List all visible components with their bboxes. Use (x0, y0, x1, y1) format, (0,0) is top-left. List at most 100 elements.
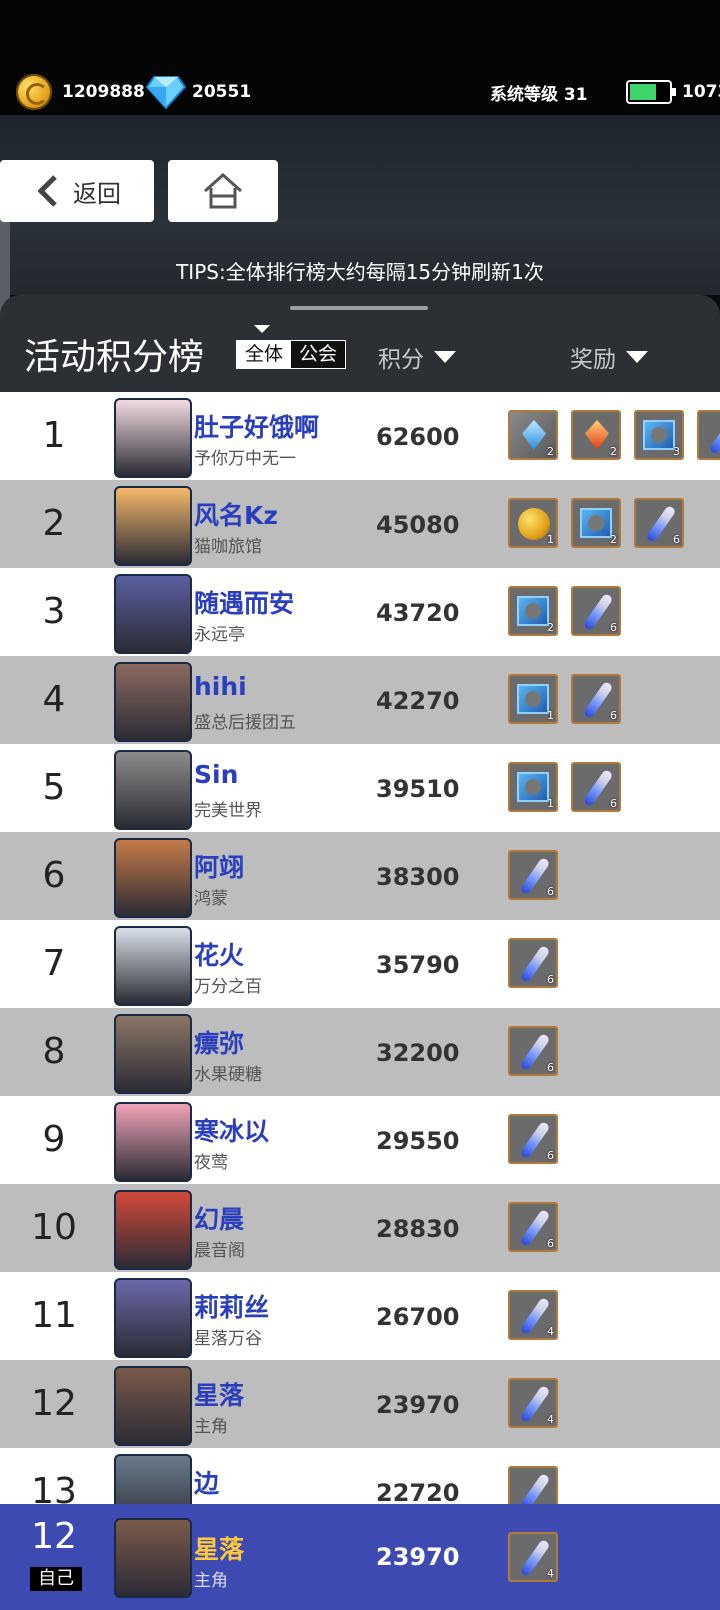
back-button[interactable]: 返回 (0, 160, 154, 222)
reward-count: 6 (610, 621, 617, 634)
ranking-row[interactable]: 4 hihi 盛总后援团五 42270 1 6 (0, 656, 720, 744)
ranking-row[interactable]: 3 随遇而安 永远亭 43720 2 6 (0, 568, 720, 656)
score-value: 35790 (376, 951, 460, 979)
potion-reward-icon[interactable]: 6 (508, 1026, 558, 1076)
ranking-row[interactable]: 13 边 22720 (0, 1448, 720, 1504)
avatar[interactable] (114, 398, 192, 478)
ranking-row[interactable]: 11 莉莉丝 星落万谷 26700 4 (0, 1272, 720, 1360)
avatar[interactable] (114, 1366, 192, 1446)
potion-reward-icon[interactable] (697, 410, 720, 460)
toggle-all[interactable]: 全体 (237, 341, 292, 368)
ranking-row[interactable]: 8 瘭弥 水果硬糖 32200 6 (0, 1008, 720, 1096)
player-name: 星落 (194, 1381, 245, 1410)
score-value: 32200 (376, 1039, 460, 1067)
avatar[interactable] (114, 1014, 192, 1094)
guild-name: 完美世界 (194, 801, 262, 821)
rank-number: 10 (31, 1207, 77, 1248)
guild-name: 晨音阁 (194, 1241, 245, 1261)
card-reward-icon[interactable]: 2 (508, 586, 558, 636)
crystal-reward-icon[interactable]: 2 (508, 410, 558, 460)
ruby-reward-icon[interactable]: 2 (571, 410, 621, 460)
ranking-row[interactable]: 1 肚子好饿啊 予你万中无一 62600 2 2 3 (0, 392, 720, 480)
sort-reward-button[interactable]: 奖励 (570, 340, 648, 374)
potion-reward-icon[interactable]: 6 (571, 674, 621, 724)
reward-count: 2 (547, 445, 554, 458)
sort-score-button[interactable]: 积分 (378, 340, 456, 374)
battery-icon (626, 80, 676, 104)
home-icon (204, 172, 242, 209)
score-value: 23970 (376, 1391, 460, 1419)
reward-count: 6 (673, 533, 680, 546)
coin-reward-icon[interactable]: 1 (508, 498, 558, 548)
reward-header-label: 奖励 (570, 347, 616, 373)
player-name: Sin (194, 760, 239, 789)
guild-name: 鸿蒙 (194, 889, 228, 909)
avatar[interactable] (114, 1278, 192, 1358)
ranking-row[interactable]: 6 阿翊 鸿蒙 38300 6 (0, 832, 720, 920)
potion-reward-icon[interactable]: 6 (508, 850, 558, 900)
potion-reward-icon[interactable]: 6 (571, 586, 621, 636)
avatar[interactable] (114, 662, 192, 742)
guild-name: 予你万中无一 (194, 449, 296, 469)
guild-name: 主角 (194, 1417, 228, 1437)
diamond-resource: 20551 (146, 72, 251, 112)
diamond-icon (146, 76, 186, 109)
guild-name: 猫咖旅馆 (194, 537, 262, 557)
ranking-row[interactable]: 10 幻晨 晨音阁 28830 6 (0, 1184, 720, 1272)
drag-handle[interactable] (290, 306, 428, 310)
avatar[interactable] (114, 1102, 192, 1182)
reward-list: 1 2 6 (508, 498, 697, 548)
card-reward-icon[interactable]: 1 (508, 762, 558, 812)
player-name: 风名Kz (194, 501, 278, 530)
ranking-row[interactable]: 7 花火 万分之百 35790 6 (0, 920, 720, 1008)
avatar[interactable] (114, 1518, 192, 1598)
potion-reward-icon[interactable]: 6 (634, 498, 684, 548)
diamond-amount: 20551 (192, 82, 252, 102)
potion-reward-icon[interactable]: 6 (508, 938, 558, 988)
potion-reward-icon[interactable]: 6 (508, 1114, 558, 1164)
card-reward-icon[interactable]: 1 (508, 674, 558, 724)
tips-text: TIPS:全体排行榜大约每隔15分钟刷新1次 (176, 260, 544, 284)
reward-count: 6 (610, 797, 617, 810)
reward-count: 3 (673, 445, 680, 458)
score-value: 29550 (376, 1127, 460, 1155)
toggle-guild[interactable]: 公会 (291, 341, 346, 368)
avatar[interactable] (114, 486, 192, 566)
avatar[interactable] (114, 574, 192, 654)
gold-resource: 1209888 (16, 72, 145, 112)
potion-reward-icon[interactable]: 6 (508, 1202, 558, 1252)
potion-reward-icon[interactable] (508, 1466, 558, 1504)
chevron-left-icon (37, 175, 57, 207)
guild-name: 主角 (194, 1571, 228, 1591)
home-button[interactable] (168, 160, 278, 222)
potion-reward-icon[interactable]: 4 (508, 1378, 558, 1428)
scope-toggle[interactable]: 全体 公会 (236, 340, 347, 369)
card-reward-icon[interactable]: 3 (634, 410, 684, 460)
sort-down-icon (434, 351, 456, 363)
reward-list: 6 (508, 1114, 571, 1164)
ranking-row[interactable]: 9 寒冰以 夜莺 29550 6 (0, 1096, 720, 1184)
avatar[interactable] (114, 926, 192, 1006)
card-reward-icon[interactable]: 2 (571, 498, 621, 548)
ranking-row[interactable]: 12 星落主角 23970 4 (0, 1360, 720, 1448)
ranking-list[interactable]: 1 肚子好饿啊 予你万中无一 62600 2 2 3 2 风名Kz 猫咖旅馆 45080 1 2 6 3 随遇… (0, 392, 720, 1504)
ranking-row[interactable]: 5 Sin 完美世界 39510 1 6 (0, 744, 720, 832)
score-value: 22720 (376, 1479, 460, 1504)
ranking-row[interactable]: 2 风名Kz 猫咖旅馆 45080 1 2 6 (0, 480, 720, 568)
avatar[interactable] (114, 838, 192, 918)
rank-number: 12 (31, 1383, 77, 1424)
potion-reward-icon[interactable]: 4 (508, 1532, 558, 1582)
potion-reward-icon[interactable]: 4 (508, 1290, 558, 1340)
score-value: 42270 (376, 687, 460, 715)
avatar[interactable] (114, 1454, 192, 1504)
rank-number: 7 (42, 943, 66, 984)
rank-number: 5 (42, 767, 66, 808)
avatar[interactable] (114, 750, 192, 830)
rank-number: 9 (42, 1119, 66, 1160)
potion-reward-icon[interactable]: 6 (571, 762, 621, 812)
avatar[interactable] (114, 1190, 192, 1270)
self-rank-row[interactable]: 12 自己 星落 主角 23970 4 (0, 1504, 720, 1610)
score-value: 43720 (376, 599, 460, 627)
gold-coin-icon (16, 74, 52, 110)
reward-list: 16 (508, 674, 634, 724)
